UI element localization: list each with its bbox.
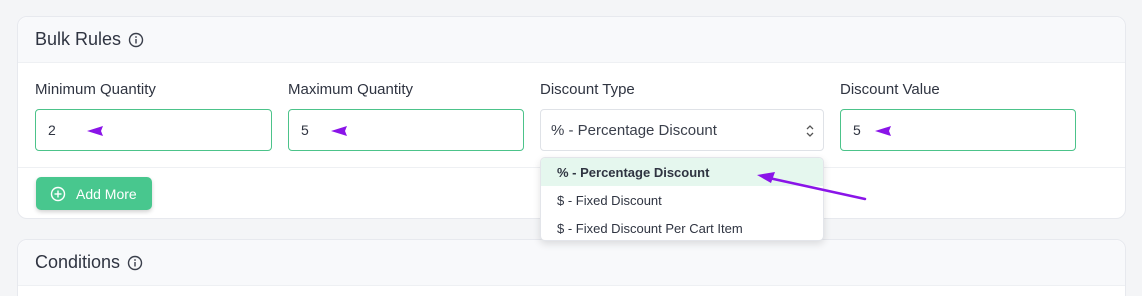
annotation-arrow-icon xyxy=(875,126,891,136)
chevron-up-down-icon xyxy=(806,125,814,137)
info-icon[interactable] xyxy=(128,32,144,48)
conditions-header: Conditions xyxy=(18,240,1125,286)
conditions-card: Conditions xyxy=(17,239,1126,296)
add-more-label: Add More xyxy=(76,185,137,202)
discount-value-value: 5 xyxy=(853,122,861,138)
annotation-arrow-icon xyxy=(87,126,103,136)
bulk-rules-header: Bulk Rules xyxy=(18,17,1125,63)
max-quantity-label: Maximum Quantity xyxy=(288,81,414,98)
max-quantity-input[interactable]: 5 xyxy=(288,109,524,151)
min-quantity-input[interactable]: 2 xyxy=(35,109,272,151)
discount-type-select[interactable]: % - Percentage Discount xyxy=(540,109,824,151)
discount-value-label: Discount Value xyxy=(840,81,940,98)
conditions-title: Conditions xyxy=(35,252,121,272)
dropdown-option-fixed-per-item[interactable]: $ - Fixed Discount Per Cart Item xyxy=(541,214,823,240)
max-quantity-value: 5 xyxy=(301,122,309,138)
bulk-rules-title: Bulk Rules xyxy=(35,29,122,49)
add-more-button[interactable]: Add More xyxy=(36,177,152,210)
discount-type-value: % - Percentage Discount xyxy=(551,121,717,139)
min-quantity-label: Minimum Quantity xyxy=(35,81,156,98)
annotation-arrow-icon xyxy=(331,126,347,136)
plus-circle-icon xyxy=(50,186,66,202)
min-quantity-value: 2 xyxy=(48,122,56,138)
discount-type-label: Discount Type xyxy=(540,81,635,98)
info-icon[interactable] xyxy=(127,255,143,271)
annotation-arrow-icon xyxy=(757,172,867,201)
